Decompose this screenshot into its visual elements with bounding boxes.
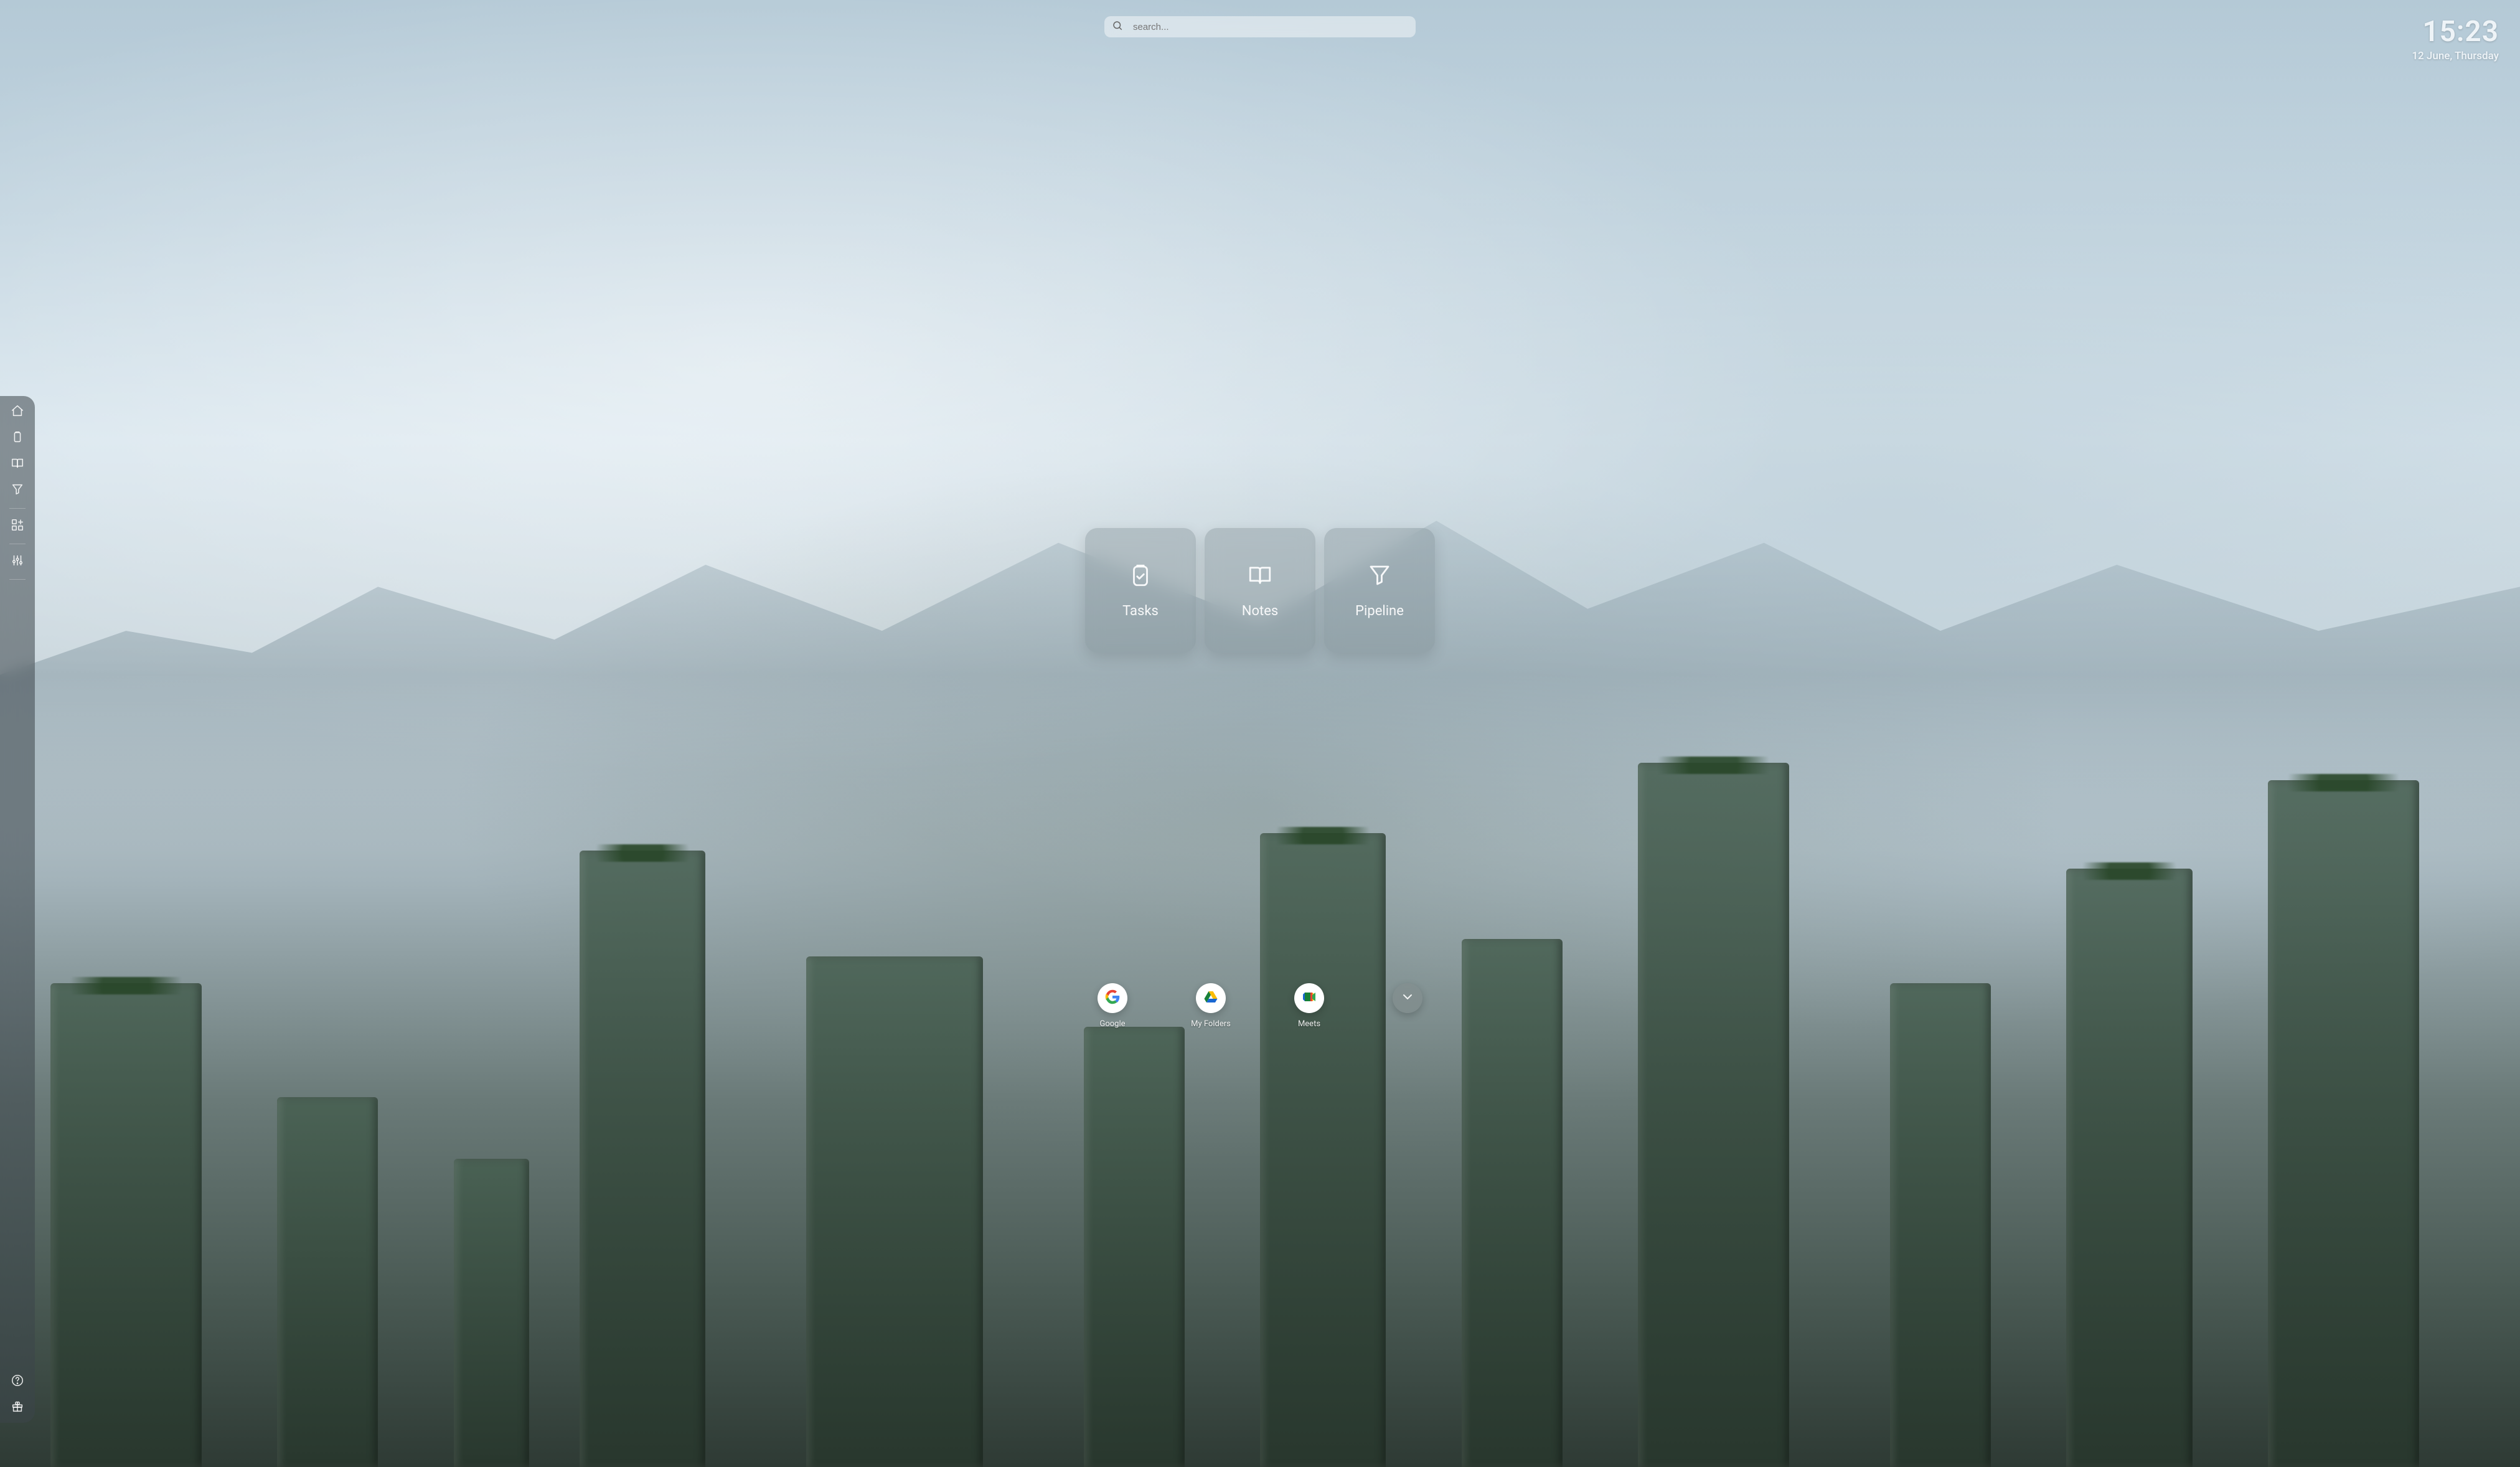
card-label: Pipeline	[1355, 603, 1404, 619]
clock-date: 12 June, Thursday	[2412, 50, 2499, 62]
clipboard-icon	[11, 430, 24, 446]
sidebar-divider	[9, 579, 26, 580]
card-label: Notes	[1242, 603, 1278, 619]
google-meet-icon	[1302, 989, 1317, 1007]
clock: 15:23 12 June, Thursday	[2412, 17, 2499, 62]
shortcut-label: My Folders	[1191, 1019, 1231, 1029]
widgets-icon	[11, 518, 24, 534]
funnel-icon	[1366, 562, 1393, 591]
shortcut-meets[interactable]: Meets	[1284, 983, 1334, 1029]
funnel-icon	[11, 483, 24, 499]
shortcut-my-folders[interactable]: My Folders	[1186, 983, 1236, 1029]
card-label: Tasks	[1122, 603, 1159, 619]
home-icon	[11, 404, 24, 420]
gift-icon	[11, 1400, 24, 1416]
sidebar-settings[interactable]	[10, 554, 25, 569]
help-icon	[11, 1374, 24, 1390]
book-open-icon	[1247, 562, 1273, 591]
search-bar[interactable]	[1104, 16, 1416, 37]
shortcut-google[interactable]: Google	[1088, 983, 1137, 1029]
sidebar-divider	[9, 508, 26, 509]
search-input[interactable]	[1132, 21, 1408, 33]
main-cards: Tasks Notes Pipeline	[1085, 528, 1435, 653]
book-open-icon	[11, 456, 24, 473]
google-drive-icon	[1203, 989, 1218, 1007]
search-icon	[1112, 20, 1132, 34]
chevron-down-icon	[1400, 989, 1415, 1007]
sidebar-dock	[0, 396, 35, 1423]
sidebar-gift[interactable]	[10, 1400, 25, 1415]
sidebar-help[interactable]	[10, 1374, 25, 1389]
card-pipeline[interactable]: Pipeline	[1324, 528, 1435, 653]
sliders-icon	[11, 554, 24, 570]
clock-time: 15:23	[2412, 17, 2499, 46]
shortcut-expand[interactable]	[1383, 983, 1432, 1029]
sidebar-notes[interactable]	[10, 457, 25, 472]
sidebar-tasks[interactable]	[10, 431, 25, 446]
shortcut-label: Meets	[1298, 1019, 1320, 1029]
google-logo-icon	[1105, 989, 1120, 1007]
shortcut-label: Google	[1099, 1019, 1125, 1029]
sidebar-pipeline[interactable]	[10, 483, 25, 498]
sidebar-home[interactable]	[10, 405, 25, 420]
shortcut-row: Google My Folders	[1088, 983, 1432, 1029]
clipboard-check-icon	[1127, 562, 1154, 591]
sidebar-widgets[interactable]	[10, 519, 25, 534]
card-tasks[interactable]: Tasks	[1085, 528, 1196, 653]
wallpaper	[0, 0, 2520, 1467]
card-notes[interactable]: Notes	[1205, 528, 1315, 653]
